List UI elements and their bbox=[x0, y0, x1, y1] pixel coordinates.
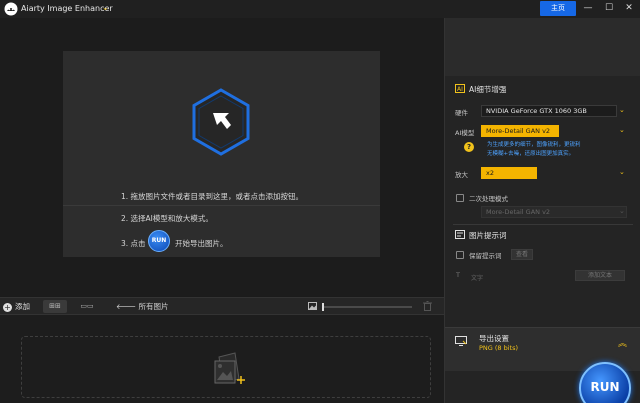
secondary-mode-label: 二次处理模式 bbox=[469, 195, 508, 203]
secondary-chevron-icon[interactable]: ⌄ bbox=[619, 207, 625, 215]
home-button[interactable]: 主页 bbox=[540, 1, 576, 16]
upscale-select[interactable]: x2 bbox=[481, 167, 537, 179]
chevrons-up-icon[interactable]: ︽ bbox=[618, 336, 627, 349]
add-text-button[interactable]: 添加文本 bbox=[575, 270, 625, 281]
tips-section-title: 图片提示词 bbox=[469, 231, 507, 240]
thumbnail-zoom-slider[interactable] bbox=[322, 306, 412, 308]
title-dropdown-chevron-icon[interactable]: ⌄ bbox=[102, 3, 109, 12]
maximize-icon[interactable]: ☐ bbox=[602, 2, 616, 15]
model-label: AI模型 bbox=[455, 129, 475, 137]
settings-panel: AI AI细节增强 硬件 NVIDIA GeForce GTX 1060 3GB… bbox=[444, 18, 640, 403]
ai-section-title: AI细节增强 bbox=[469, 85, 507, 94]
instruction-divider bbox=[63, 205, 380, 206]
upscale-label: 放大 bbox=[455, 171, 468, 179]
model-select[interactable]: More-Detail GAN v2 bbox=[481, 125, 559, 137]
instruction-step-3-prefix: 3. 点击 bbox=[121, 239, 146, 248]
title-bar: Aiarty Image Enhancer ⌄ 主页 — ☐ ✕ bbox=[0, 0, 640, 18]
export-monitor-icon bbox=[455, 336, 467, 346]
back-arrow-icon: 🡐 bbox=[116, 302, 139, 311]
minimize-icon[interactable]: — bbox=[581, 2, 595, 15]
keep-tips-checkbox[interactable] bbox=[456, 251, 464, 259]
run-inline-icon: RUN bbox=[148, 230, 170, 252]
help-icon[interactable]: ? bbox=[464, 142, 474, 152]
all-images-filter[interactable]: 🡐 所有图片 bbox=[116, 301, 169, 312]
export-title: 导出设置 bbox=[479, 334, 509, 343]
image-size-icon bbox=[308, 302, 317, 310]
add-button-label: 添加 bbox=[15, 302, 30, 311]
model-description-1: 为生成更多的细节，图像锐利，更锐利 bbox=[487, 142, 581, 148]
section-divider bbox=[453, 224, 633, 225]
thumbnail-toolbar: + 添加 ⊞⊞ ▭▭ 🡐 所有图片 bbox=[0, 297, 444, 315]
view-tips-button[interactable]: 查看 bbox=[511, 249, 533, 260]
model-chevron-icon[interactable]: ⌄ bbox=[619, 126, 625, 134]
app-logo-icon bbox=[4, 2, 18, 16]
drop-hexagon-cursor-icon[interactable] bbox=[191, 88, 251, 156]
add-plus-icon: + bbox=[3, 303, 12, 312]
hardware-select[interactable]: NVIDIA GeForce GTX 1060 3GB bbox=[481, 105, 617, 117]
text-input[interactable]: 文字 bbox=[471, 273, 569, 284]
panel-header-area bbox=[445, 18, 640, 76]
instruction-step-3-suffix: 开始导出图片。 bbox=[175, 239, 228, 248]
all-images-label: 所有图片 bbox=[138, 302, 169, 311]
app-title: Aiarty Image Enhancer bbox=[21, 4, 113, 13]
add-button[interactable]: + 添加 bbox=[3, 301, 30, 312]
add-image-icon[interactable] bbox=[209, 349, 251, 391]
preview-canvas bbox=[0, 18, 444, 296]
hardware-label: 硬件 bbox=[455, 109, 468, 117]
grid-view-button[interactable]: ⊞⊞ bbox=[43, 300, 67, 313]
keep-tips-label: 保留提示词 bbox=[469, 252, 502, 260]
instruction-step-1: 1. 拖放图片文件或者目录到这里，或者点击添加按钮。 bbox=[121, 192, 304, 201]
secondary-mode-checkbox[interactable] bbox=[456, 194, 464, 202]
secondary-model-select[interactable]: More-Detail GAN v2 bbox=[481, 206, 627, 218]
svg-text:AI: AI bbox=[457, 86, 463, 93]
hardware-chevron-icon[interactable]: ⌄ bbox=[619, 106, 625, 114]
instruction-step-2: 2. 选择AI模型和放大模式。 bbox=[121, 214, 213, 223]
trash-icon[interactable] bbox=[423, 301, 432, 311]
close-icon[interactable]: ✕ bbox=[622, 2, 636, 15]
upscale-chevron-icon[interactable]: ⌄ bbox=[619, 168, 625, 176]
thumbnail-zoom-handle[interactable] bbox=[322, 303, 324, 311]
text-tool-icon: T bbox=[456, 271, 460, 279]
app-window: Aiarty Image Enhancer ⌄ 主页 — ☐ ✕ 1. 拖放图片… bbox=[0, 0, 640, 403]
ai-enhance-icon: AI bbox=[455, 84, 465, 93]
image-tips-icon bbox=[455, 230, 465, 239]
model-description-2: 无模糊+去噪，还原出图更加真实。 bbox=[487, 151, 575, 157]
strip-view-button[interactable]: ▭▭ bbox=[75, 300, 99, 313]
export-format: PNG (8 bits) bbox=[479, 344, 519, 352]
